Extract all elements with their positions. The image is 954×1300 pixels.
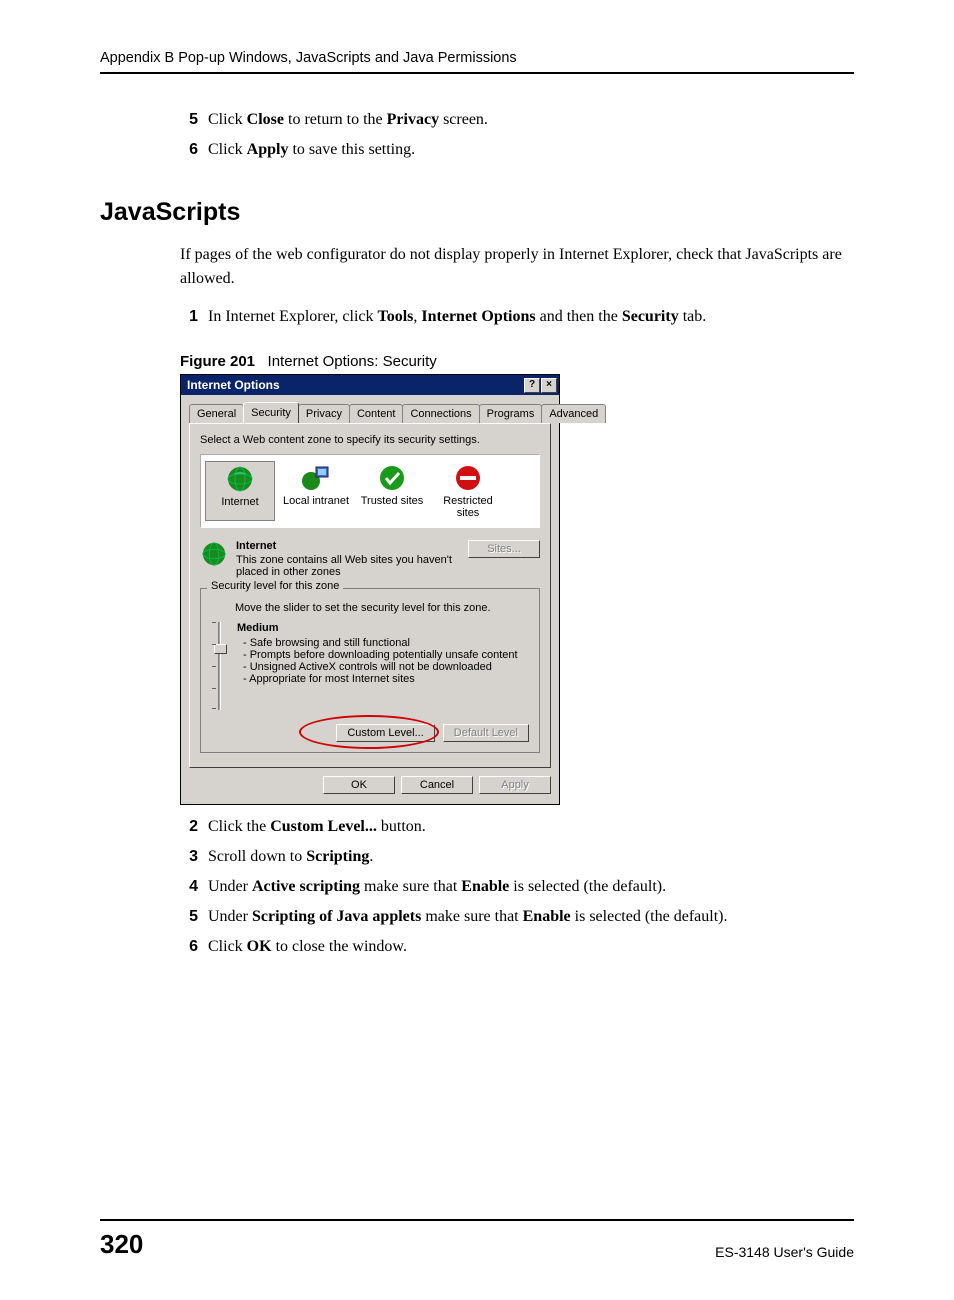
zone-list[interactable]: Internet Local intranet Tr — [200, 454, 540, 528]
list-item: 6 Click OK to close the window. — [180, 935, 854, 959]
internet-options-dialog: Internet Options ? × General Security Pr… — [180, 374, 560, 805]
tab-general[interactable]: General — [189, 404, 244, 423]
security-slider[interactable] — [211, 620, 227, 710]
security-level-text: Medium - Safe browsing and still functio… — [237, 620, 518, 710]
zone-local-intranet[interactable]: Local intranet — [281, 461, 351, 521]
zone-trusted-sites[interactable]: Trusted sites — [357, 461, 427, 521]
default-level-button[interactable]: Default Level — [443, 724, 529, 742]
restricted-icon — [453, 463, 483, 493]
tab-connections[interactable]: Connections — [402, 404, 479, 423]
step-text: Under Scripting of Java applets make sur… — [208, 905, 727, 929]
list-item: 3 Scroll down to Scripting. — [180, 845, 854, 869]
step-list-1: 1 In Internet Explorer, click Tools, Int… — [180, 305, 854, 329]
zone-internet[interactable]: Internet — [205, 461, 275, 521]
tab-advanced[interactable]: Advanced — [541, 404, 606, 423]
step-number: 1 — [180, 305, 198, 329]
page-footer: 320 ES-3148 User's Guide — [100, 1219, 854, 1260]
help-button[interactable]: ? — [524, 378, 540, 393]
ok-button[interactable]: OK — [323, 776, 395, 794]
slider-thumb[interactable] — [214, 644, 227, 654]
dialog-title: Internet Options — [187, 378, 280, 392]
section-heading: JavaScripts — [100, 198, 854, 227]
zone-description: This zone contains all Web sites you hav… — [236, 554, 460, 578]
page-number: 320 — [100, 1229, 143, 1260]
zone-title: Internet — [236, 540, 460, 552]
step-text: Under Active scripting make sure that En… — [208, 875, 666, 899]
close-button[interactable]: × — [541, 378, 557, 393]
zone-detail: Internet This zone contains all Web site… — [200, 540, 540, 578]
tab-privacy[interactable]: Privacy — [298, 404, 350, 423]
intro-paragraph: If pages of the web configurator do not … — [180, 243, 854, 291]
tab-panel-security: Select a Web content zone to specify its… — [189, 423, 551, 768]
intranet-icon — [301, 463, 331, 493]
tab-security[interactable]: Security — [243, 402, 299, 423]
step-text: Click Apply to save this setting. — [208, 138, 415, 162]
globe-icon — [200, 540, 228, 568]
list-item: 2 Click the Custom Level... button. — [180, 815, 854, 839]
step-number: 5 — [180, 905, 198, 929]
top-step-list: 5 Click Close to return to the Privacy s… — [180, 108, 854, 162]
tab-strip: General Security Privacy Content Connect… — [189, 401, 551, 423]
zone-instruction: Select a Web content zone to specify its… — [200, 434, 540, 446]
figure-caption: Figure 201 Internet Options: Security — [180, 353, 854, 370]
titlebar: Internet Options ? × — [181, 375, 559, 395]
zone-restricted-sites[interactable]: Restricted sites — [433, 461, 503, 521]
apply-button[interactable]: Apply — [479, 776, 551, 794]
slider-hint: Move the slider to set the security leve… — [235, 602, 529, 614]
list-item: 4 Under Active scripting make sure that … — [180, 875, 854, 899]
tab-programs[interactable]: Programs — [479, 404, 543, 423]
step-number: 2 — [180, 815, 198, 839]
step-number: 4 — [180, 875, 198, 899]
tab-content[interactable]: Content — [349, 404, 404, 423]
security-level-group: Security level for this zone Move the sl… — [200, 588, 540, 753]
list-item: 5 Click Close to return to the Privacy s… — [180, 108, 854, 132]
list-item: 5 Under Scripting of Java applets make s… — [180, 905, 854, 929]
trusted-icon — [377, 463, 407, 493]
globe-icon — [225, 464, 255, 494]
step-text: In Internet Explorer, click Tools, Inter… — [208, 305, 706, 329]
cancel-button[interactable]: Cancel — [401, 776, 473, 794]
bottom-step-list: 2 Click the Custom Level... button. 3 Sc… — [180, 815, 854, 959]
list-item: 6 Click Apply to save this setting. — [180, 138, 854, 162]
sites-button[interactable]: Sites... — [468, 540, 540, 558]
step-number: 3 — [180, 845, 198, 869]
step-text: Click Close to return to the Privacy scr… — [208, 108, 488, 132]
step-text: Scroll down to Scripting. — [208, 845, 373, 869]
step-text: Click the Custom Level... button. — [208, 815, 426, 839]
list-item: 1 In Internet Explorer, click Tools, Int… — [180, 305, 854, 329]
step-text: Click OK to close the window. — [208, 935, 407, 959]
step-number: 5 — [180, 108, 198, 132]
page-header: Appendix B Pop-up Windows, JavaScripts a… — [100, 50, 854, 74]
step-number: 6 — [180, 138, 198, 162]
custom-level-button[interactable]: Custom Level... — [336, 724, 434, 742]
step-number: 6 — [180, 935, 198, 959]
guide-name: ES-3148 User's Guide — [715, 1244, 854, 1260]
groupbox-legend: Security level for this zone — [207, 580, 343, 592]
